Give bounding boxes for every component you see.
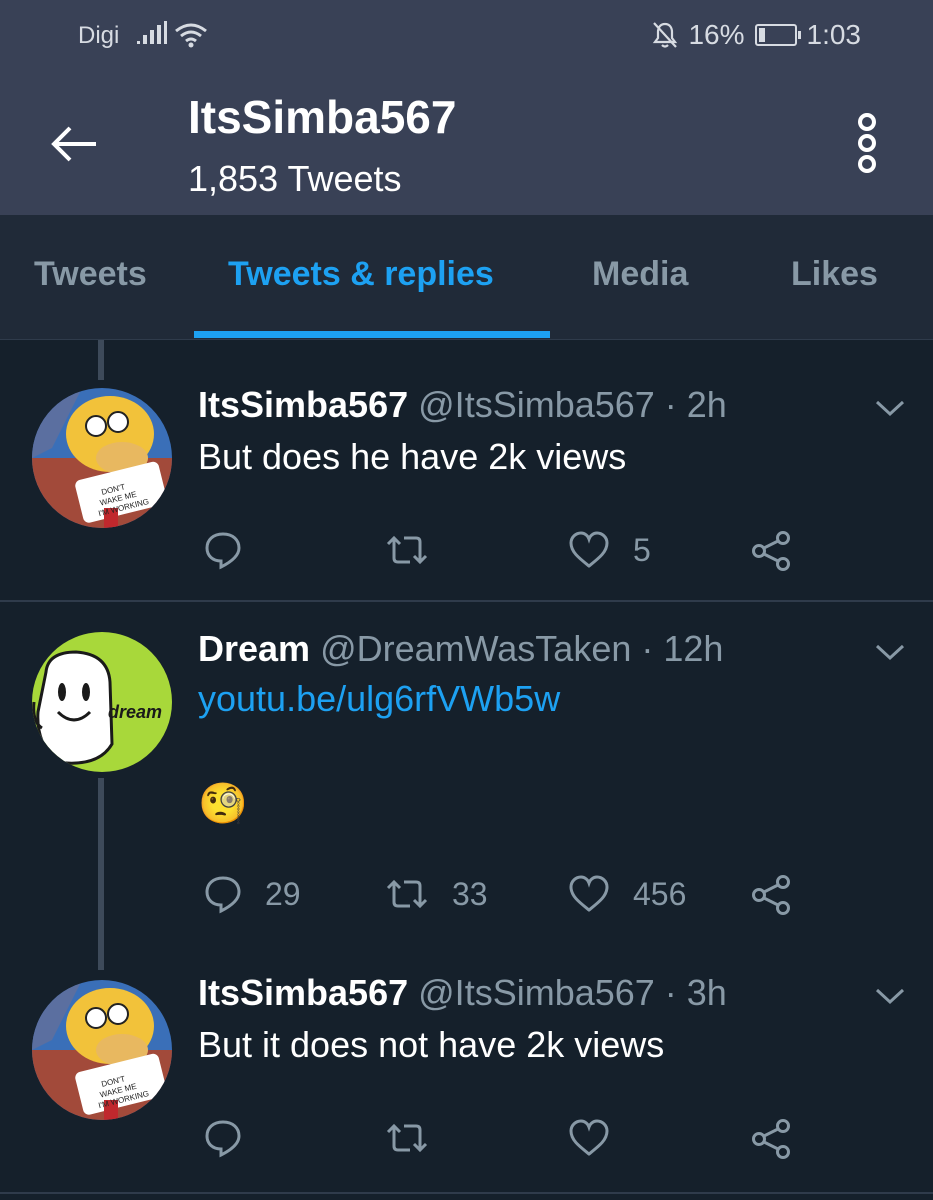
chevron-down-icon[interactable] (874, 398, 906, 418)
battery-icon (754, 24, 801, 46)
notifications-off-icon (653, 22, 678, 48)
author-name[interactable]: ItsSimba567 (198, 972, 408, 1013)
tab-likes[interactable]: Likes (791, 255, 878, 294)
tweet[interactable]: dream Dream @DreamWasTaken · 12h youtu.b… (0, 602, 933, 942)
reply-button[interactable] (203, 530, 265, 570)
active-tab-indicator (194, 331, 550, 338)
author-handle: @DreamWasTaken · 12h (320, 628, 724, 669)
retweet-button[interactable] (384, 1118, 452, 1158)
avatar-label: dream (108, 702, 162, 722)
reply-button[interactable] (203, 1118, 265, 1158)
share-icon (752, 875, 790, 915)
reply-icon (205, 1120, 241, 1158)
battery-percent: 16% (688, 19, 745, 50)
chevron-down-icon[interactable] (874, 986, 906, 1006)
share-icon (752, 531, 790, 571)
status-right: 16% 1:03 (652, 19, 861, 51)
tweet-divider (0, 1192, 933, 1194)
tab-tweets[interactable]: Tweets (34, 255, 147, 294)
tweet-text: But does he have 2k views (198, 436, 627, 477)
retweet-icon (386, 879, 428, 909)
tab-media[interactable]: Media (592, 255, 688, 294)
back-arrow-icon[interactable] (48, 118, 100, 170)
retweet-icon (386, 1123, 428, 1153)
like-count: 5 (633, 531, 651, 568)
reply-button[interactable]: 29 (203, 874, 301, 914)
reply-count: 29 (265, 875, 301, 912)
more-options-icon[interactable] (845, 112, 889, 174)
tweet-author[interactable]: ItsSimba567 @ItsSimba567 · 3h (198, 972, 727, 1014)
like-button[interactable] (567, 1118, 633, 1158)
profile-tabs: Tweets Tweets & replies Media Likes (0, 215, 933, 340)
share-button[interactable] (750, 1118, 792, 1160)
author-name[interactable]: ItsSimba567 (198, 384, 408, 425)
share-button[interactable] (750, 530, 792, 572)
reply-icon (205, 876, 241, 914)
like-button[interactable]: 5 (567, 530, 651, 570)
avatar-image: dream (32, 632, 172, 772)
share-button[interactable] (750, 874, 792, 916)
author-handle: @ItsSimba567 · 2h (418, 384, 727, 425)
tweet-author[interactable]: ItsSimba567 @ItsSimba567 · 2h (198, 384, 727, 426)
avatar[interactable]: dream (32, 632, 172, 772)
clock: 1:03 (806, 19, 862, 50)
signal-icon (137, 21, 167, 44)
tweet-count: 1,853 Tweets (188, 158, 402, 199)
avatar[interactable]: DON'T WAKE ME I'M WORKING (32, 980, 172, 1120)
retweet-button[interactable] (384, 530, 452, 570)
heart-icon (569, 1119, 609, 1156)
tweet-text: But it does not have 2k views (198, 1024, 665, 1065)
like-count: 456 (633, 875, 687, 912)
reply-icon (205, 532, 241, 570)
retweet-count: 33 (452, 875, 488, 912)
chevron-down-icon[interactable] (874, 642, 906, 662)
avatar-image: DON'T WAKE ME I'M WORKING (32, 980, 172, 1120)
tweet[interactable]: DON'T WAKE ME I'M WORKING ItsSimba567 @I… (0, 942, 933, 1192)
tweet-author[interactable]: Dream @DreamWasTaken · 12h (198, 628, 723, 670)
wifi-icon (175, 23, 207, 48)
heart-icon (569, 531, 609, 568)
status-bar: Digi 16% 1:03 (0, 0, 933, 72)
avatar-image: DON'T WAKE ME I'M WORKING (32, 388, 172, 528)
retweet-icon (386, 535, 428, 565)
author-name[interactable]: Dream (198, 628, 310, 669)
retweet-button[interactable]: 33 (384, 874, 488, 914)
heart-icon (569, 875, 609, 912)
share-icon (752, 1119, 790, 1159)
tweet-link[interactable]: youtu.be/ulg6rfVWb5w (198, 678, 560, 720)
avatar[interactable]: DON'T WAKE ME I'M WORKING (32, 388, 172, 528)
carrier-label: Digi (78, 22, 120, 49)
author-handle: @ItsSimba567 · 3h (418, 972, 727, 1013)
tab-tweets-and-replies[interactable]: Tweets & replies (228, 255, 494, 294)
emoji-face-with-monocle: 🧐 (198, 782, 248, 826)
profile-name: ItsSimba567 (188, 91, 457, 143)
like-button[interactable]: 456 (567, 874, 686, 914)
tweet[interactable]: DON'T WAKE ME I'M WORKING ItsSimba567 @I… (0, 340, 933, 600)
